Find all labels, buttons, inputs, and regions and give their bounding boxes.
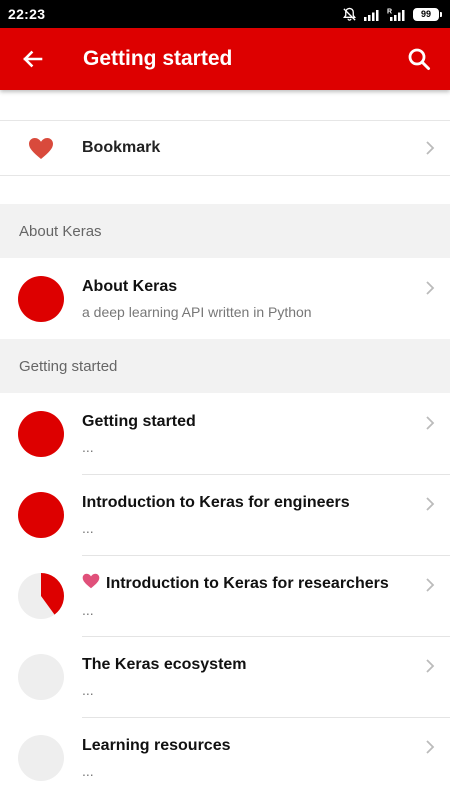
item-title-text: About Keras xyxy=(82,277,178,295)
item-title-text: Getting started xyxy=(82,412,196,430)
chevron-right-icon xyxy=(410,280,450,296)
list-item[interactable]: About Keras a deep learning API written i… xyxy=(0,258,450,339)
app-bar: Getting started xyxy=(0,28,450,90)
item-text: The Keras ecosystem... xyxy=(82,656,410,698)
arrow-left-icon xyxy=(23,50,43,68)
list-item[interactable]: Introduction to Keras for engineers... xyxy=(0,474,450,555)
screen: 22:23 R 99 Getting started Bookmark Abou… xyxy=(0,0,450,800)
chevron-right-icon xyxy=(410,140,450,156)
signal-icon xyxy=(363,8,381,21)
bookmark-row[interactable]: Bookmark xyxy=(0,121,450,175)
item-subtitle: ... xyxy=(82,762,94,779)
item-subtitle: ... xyxy=(82,602,94,618)
item-title: About Keras xyxy=(82,278,410,296)
chevron-right-icon xyxy=(410,658,450,674)
item-subtitle: ... xyxy=(82,681,94,698)
chevron-right-icon xyxy=(410,496,450,512)
chevron-right-icon xyxy=(410,577,450,593)
svg-text:R: R xyxy=(387,9,392,16)
item-subtitle: ... xyxy=(82,438,94,455)
item-title: Introduction to Keras for researchers xyxy=(82,573,410,594)
notifications-off-icon xyxy=(342,7,357,22)
item-title: Getting started xyxy=(82,413,410,431)
item-text: About Keras a deep learning API written i… xyxy=(82,278,410,320)
item-text: Introduction to Keras for engineers... xyxy=(82,494,410,536)
progress-indicator xyxy=(0,491,82,538)
list-item[interactable]: The Keras ecosystem... xyxy=(0,636,450,717)
progress-indicator xyxy=(0,572,82,619)
section-getting-started: Getting started... Introduction to Keras … xyxy=(0,393,450,798)
progress-indicator xyxy=(0,653,82,700)
page-title: Getting started xyxy=(83,47,233,70)
chevron-right-icon xyxy=(410,415,450,431)
item-title: The Keras ecosystem xyxy=(82,656,410,674)
battery-icon: 99 xyxy=(413,7,442,21)
item-subtitle: a deep learning API written in Python xyxy=(82,303,312,320)
search-icon xyxy=(408,48,430,70)
chevron-right-icon xyxy=(410,739,450,755)
section-about: About Keras a deep learning API written i… xyxy=(0,258,450,339)
list-item[interactable]: Introduction to Keras for researchers... xyxy=(0,555,450,636)
status-icons: R 99 xyxy=(342,7,442,22)
item-title-text: Introduction to Keras for researchers xyxy=(106,574,389,592)
battery-level: 99 xyxy=(413,7,439,21)
back-button[interactable] xyxy=(0,28,64,90)
item-title-text: The Keras ecosystem xyxy=(82,655,247,673)
heart-icon xyxy=(0,137,82,160)
signal-roaming-icon: R xyxy=(387,7,407,21)
item-text: Learning resources... xyxy=(82,737,410,779)
item-subtitle: ... xyxy=(82,519,94,536)
progress-indicator xyxy=(0,275,82,322)
section-header-about: About Keras xyxy=(0,204,450,258)
item-title: Introduction to Keras for engineers xyxy=(82,494,410,512)
search-button[interactable] xyxy=(388,28,450,90)
item-title: Learning resources xyxy=(82,737,410,755)
status-time: 22:23 xyxy=(8,6,46,22)
list-item[interactable]: Learning resources... xyxy=(0,717,450,798)
item-text: Introduction to Keras for researchers... xyxy=(82,573,410,618)
content-list: Bookmark About Keras About Keras a deep l… xyxy=(0,90,450,798)
progress-indicator xyxy=(0,734,82,781)
item-title-text: Introduction to Keras for engineers xyxy=(82,493,350,511)
item-text: Getting started... xyxy=(82,413,410,455)
bookmarked-heart-icon xyxy=(82,573,100,594)
section-header-getting-started: Getting started xyxy=(0,339,450,393)
item-title-text: Learning resources xyxy=(82,736,231,754)
bookmark-label: Bookmark xyxy=(82,139,161,156)
status-bar: 22:23 R 99 xyxy=(0,0,450,28)
list-item[interactable]: Getting started... xyxy=(0,393,450,474)
progress-indicator xyxy=(0,410,82,457)
